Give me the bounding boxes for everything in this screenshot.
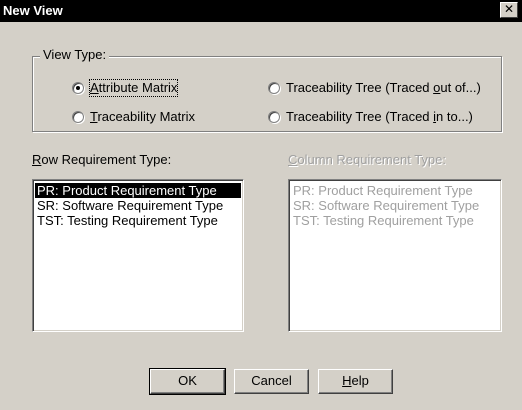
title-bar: New View ✕ [0,0,522,22]
view-type-legend: View Type: [40,47,110,63]
list-item[interactable]: SR: Software Requirement Type [35,198,241,213]
list-item[interactable]: PR: Product Requirement Type [35,183,241,198]
close-button[interactable]: ✕ [500,2,518,18]
radio-indicator[interactable] [72,82,84,94]
window-title: New View [3,3,63,18]
radio-label-attribute-matrix: Attribute Matrix [88,79,179,97]
cancel-button[interactable]: Cancel [234,369,309,394]
radio-label-traceability-tree-out: Traceability Tree (Traced out of...) [286,80,481,95]
radio-label-traceability-matrix: Traceability Matrix [90,109,195,124]
list-item: SR: Software Requirement Type [293,198,480,213]
close-icon: ✕ [503,2,515,16]
column-requirement-type-list: PR: Product Requirement Type SR: Softwar… [288,179,502,332]
radio-indicator[interactable] [268,82,280,94]
row-requirement-type-list[interactable]: PR: Product Requirement Type SR: Softwar… [32,179,244,332]
ok-button[interactable]: OK [149,368,226,395]
row-requirement-type-label: Row Requirement Type: [32,152,172,167]
list-item: PR: Product Requirement Type [293,183,473,198]
column-requirement-type-label: Column Requirement Type: [288,152,447,167]
radio-label-traceability-tree-in: Traceability Tree (Traced in to...) [286,109,473,124]
radio-indicator[interactable] [72,111,84,123]
help-button[interactable]: Help [318,369,393,394]
list-item[interactable]: TST: Testing Requirement Type [35,213,241,228]
radio-indicator[interactable] [268,111,280,123]
list-item: TST: Testing Requirement Type [293,213,474,228]
